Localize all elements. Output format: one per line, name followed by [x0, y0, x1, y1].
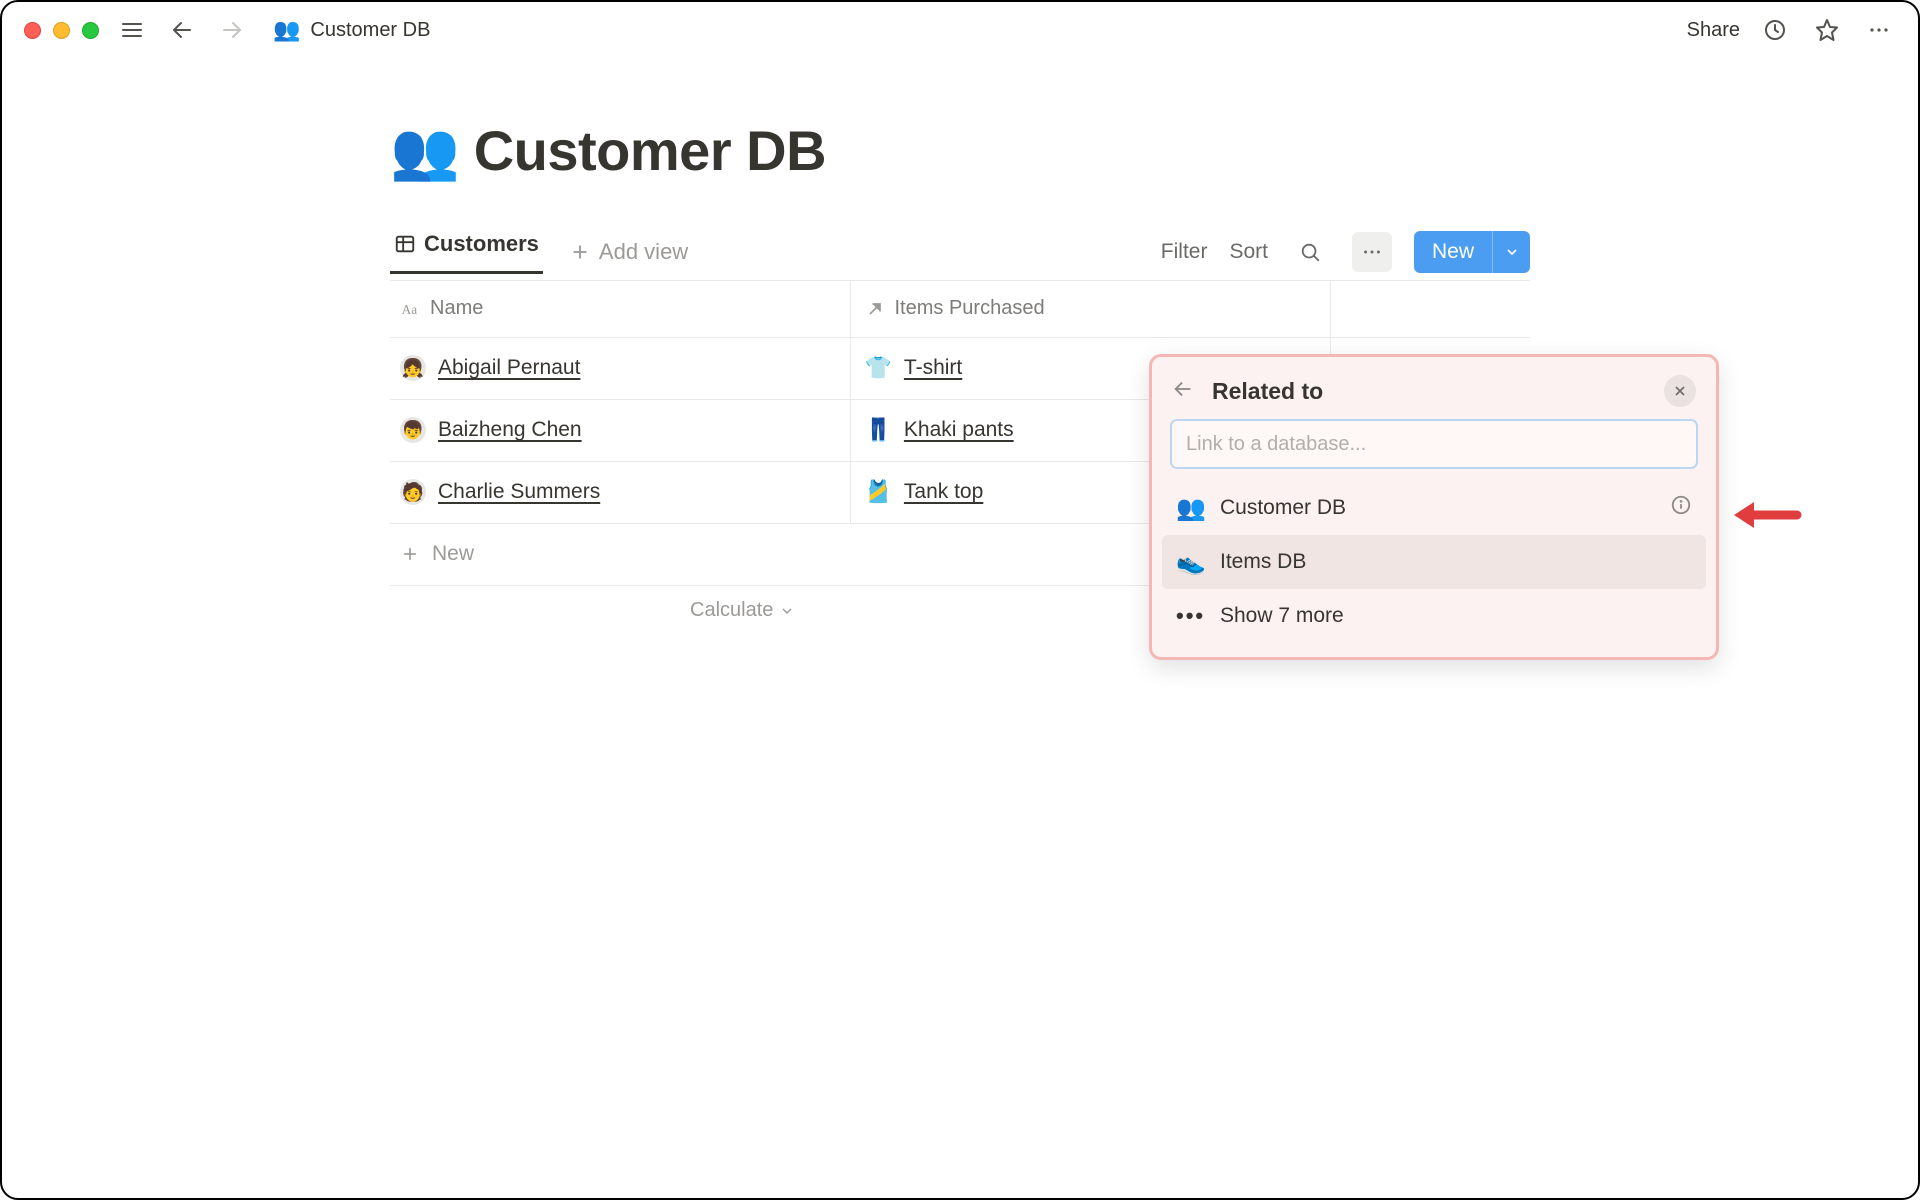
- new-row-dropdown[interactable]: [1492, 231, 1530, 273]
- minimize-window-button[interactable]: [53, 22, 70, 39]
- sort-button[interactable]: Sort: [1229, 240, 1268, 264]
- calculate-label: Calculate: [690, 599, 773, 622]
- relation-property-icon: [865, 299, 885, 319]
- favorite-button[interactable]: [1810, 13, 1844, 47]
- close-window-button[interactable]: [24, 22, 41, 39]
- breadcrumb-title: Customer DB: [310, 19, 430, 42]
- close-icon: [1672, 383, 1688, 399]
- related-to-popover: Related to 👥 Customer DB 👟 Items DB •••: [1149, 354, 1719, 660]
- window-controls: [24, 22, 99, 39]
- popover-back-button[interactable]: [1172, 378, 1194, 405]
- fullscreen-window-button[interactable]: [82, 22, 99, 39]
- cell-name: Abigail Pernaut: [438, 356, 580, 380]
- arrow-right-icon: [220, 18, 244, 42]
- column-header-name[interactable]: Aa Name: [390, 281, 850, 337]
- hamburger-menu-button[interactable]: [115, 13, 149, 47]
- avatar-icon: 👧: [400, 355, 426, 381]
- chevron-down-icon: [779, 603, 795, 619]
- breadcrumb[interactable]: 👥 Customer DB: [273, 17, 430, 43]
- item-icon: 🎽: [865, 479, 892, 505]
- column-header-empty: [1330, 281, 1530, 337]
- filter-button[interactable]: Filter: [1161, 240, 1208, 264]
- calculate-button[interactable]: Calculate: [690, 599, 795, 622]
- popover-title: Related to: [1212, 378, 1323, 405]
- page-title-row: 👥 Customer DB: [390, 118, 1530, 183]
- cell-item: Khaki pants: [904, 418, 1014, 442]
- add-view-button[interactable]: Add view: [569, 239, 688, 265]
- popover-option-label: Customer DB: [1220, 496, 1346, 520]
- new-row-button[interactable]: New: [1414, 231, 1530, 273]
- link-database-search-input[interactable]: [1170, 419, 1698, 469]
- new-row-button-label: New: [1414, 231, 1492, 273]
- item-icon: 👕: [865, 355, 892, 381]
- cell-item: T-shirt: [904, 356, 962, 380]
- hamburger-icon: [120, 18, 144, 42]
- avatar-icon: 🧑: [400, 479, 426, 505]
- svg-text:Aa: Aa: [402, 302, 418, 317]
- info-button[interactable]: [1670, 494, 1692, 522]
- share-button[interactable]: Share: [1687, 19, 1740, 42]
- more-horizontal-icon: •••: [1176, 603, 1204, 629]
- popover-show-more-button[interactable]: ••• Show 7 more: [1162, 589, 1706, 643]
- table-icon: [394, 233, 416, 255]
- popover-option-customer-db[interactable]: 👥 Customer DB: [1162, 481, 1706, 535]
- cell-name: Baizheng Chen: [438, 418, 582, 442]
- annotation-arrow: [1732, 490, 1802, 545]
- cell-name: Charlie Summers: [438, 480, 600, 504]
- info-icon: [1670, 494, 1692, 516]
- database-icon: 👥: [1176, 494, 1204, 523]
- more-menu-button[interactable]: [1862, 13, 1896, 47]
- cell-item: Tank top: [904, 480, 983, 504]
- database-icon: 👟: [1176, 548, 1204, 577]
- popover-option-label: Items DB: [1220, 550, 1306, 574]
- popover-options-list: 👥 Customer DB 👟 Items DB ••• Show 7 more: [1162, 479, 1706, 647]
- database-views-bar: Customers Add view Filter Sort: [390, 223, 1530, 281]
- view-tab-customers[interactable]: Customers: [390, 231, 543, 274]
- column-header-items[interactable]: Items Purchased: [850, 281, 1330, 337]
- search-database-button[interactable]: [1290, 232, 1330, 272]
- database-options-button[interactable]: [1352, 232, 1392, 272]
- page-title[interactable]: Customer DB: [474, 118, 826, 183]
- add-row-label: New: [432, 542, 474, 566]
- nav-forward-button[interactable]: [215, 13, 249, 47]
- page-icon[interactable]: 👥: [390, 123, 460, 179]
- updates-button[interactable]: [1758, 13, 1792, 47]
- arrow-left-icon: [1732, 490, 1802, 540]
- popover-show-more-label: Show 7 more: [1220, 604, 1344, 628]
- avatar-icon: 👦: [400, 417, 426, 443]
- column-header-name-label: Name: [430, 297, 483, 320]
- popover-option-items-db[interactable]: 👟 Items DB: [1162, 535, 1706, 589]
- star-icon: [1815, 18, 1839, 42]
- more-horizontal-icon: [1361, 241, 1383, 263]
- more-horizontal-icon: [1867, 18, 1891, 42]
- app-window: 👥 Customer DB Share 👥 Customer DB: [0, 0, 1920, 1200]
- add-view-label: Add view: [599, 239, 688, 265]
- arrow-left-icon: [170, 18, 194, 42]
- text-property-icon: Aa: [400, 299, 420, 319]
- nav-back-button[interactable]: [165, 13, 199, 47]
- topbar: 👥 Customer DB Share: [2, 2, 1918, 58]
- topbar-right: Share: [1687, 13, 1896, 47]
- breadcrumb-icon: 👥: [273, 17, 300, 43]
- view-tab-label: Customers: [424, 231, 539, 257]
- item-icon: 👖: [865, 417, 892, 443]
- plus-icon: [569, 241, 591, 263]
- plus-icon: [400, 544, 420, 564]
- arrow-left-icon: [1172, 378, 1194, 400]
- popover-close-button[interactable]: [1664, 375, 1696, 407]
- search-icon: [1299, 241, 1321, 263]
- chevron-down-icon: [1504, 244, 1520, 260]
- column-header-items-label: Items Purchased: [895, 297, 1045, 320]
- clock-icon: [1763, 18, 1787, 42]
